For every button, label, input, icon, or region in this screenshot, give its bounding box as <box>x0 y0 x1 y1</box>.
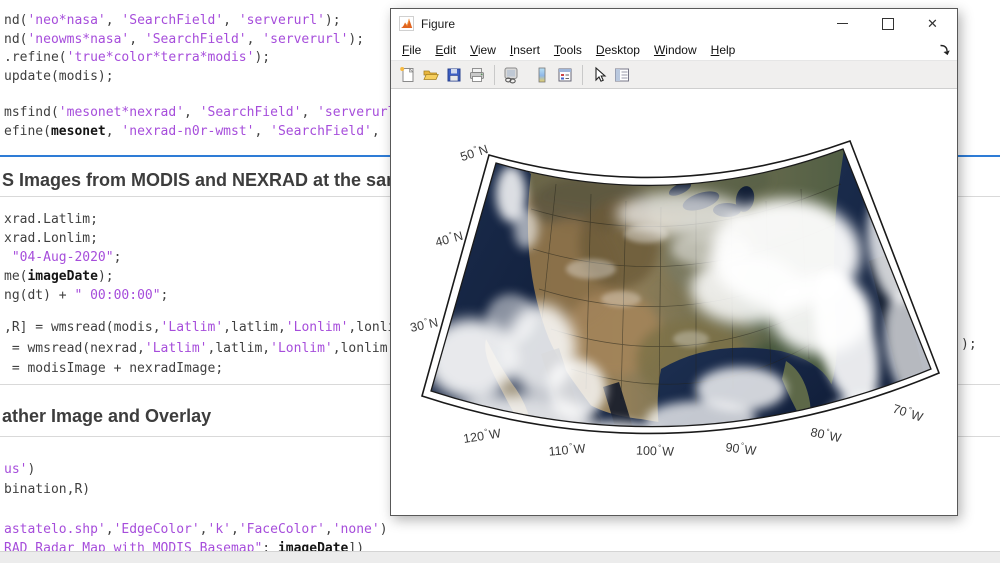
title-bar[interactable]: Figure ✕ <box>391 9 957 39</box>
maximize-icon[interactable] <box>865 9 910 38</box>
link-plot-icon[interactable] <box>500 64 522 86</box>
code-line[interactable]: me(imageDate); <box>4 269 114 284</box>
screen: { "editor": { "heading1": "S Images from… <box>0 0 1000 563</box>
menu-view[interactable]: View <box>463 41 503 59</box>
menu-desktop[interactable]: Desktop <box>589 41 647 59</box>
code-line-tail: ); <box>961 337 977 352</box>
menu-edit[interactable]: Edit <box>428 41 463 59</box>
code-line[interactable]: = wmsread(nexrad,'Latlim',latlim,'Lonlim… <box>4 341 388 356</box>
insert-legend-icon[interactable] <box>554 64 576 86</box>
edit-plot-icon[interactable] <box>588 64 610 86</box>
menu-window[interactable]: Window <box>647 41 704 59</box>
property-inspector-icon[interactable] <box>611 64 633 86</box>
dock-arrow-icon[interactable] <box>939 43 951 61</box>
code-line[interactable]: update(modis); <box>4 69 114 84</box>
menu-tools[interactable]: Tools <box>547 41 589 59</box>
code-line[interactable]: us') <box>4 462 35 477</box>
next-section-strip <box>0 551 1000 563</box>
code-line[interactable]: xrad.Lonlim; <box>4 231 98 246</box>
toolbar-separator <box>582 65 583 85</box>
code-line[interactable]: ,R] = wmsread(modis,'Latlim',latlim,'Lon… <box>4 320 403 335</box>
section-heading: ather Image and Overlay <box>2 406 211 427</box>
code-line[interactable]: = modisImage + nexradImage; <box>4 361 223 376</box>
menu-bar: File Edit View Insert Tools Desktop Wind… <box>391 39 957 61</box>
code-line[interactable]: bination,R) <box>4 482 90 497</box>
menu-file[interactable]: File <box>395 41 428 59</box>
code-line[interactable]: ng(dt) + " 00:00:00"; <box>4 288 168 303</box>
new-figure-icon[interactable] <box>397 64 419 86</box>
insert-colorbar-icon[interactable] <box>531 64 553 86</box>
matlab-logo-icon <box>399 16 414 31</box>
code-line[interactable]: "04-Aug-2020"; <box>4 250 121 265</box>
save-figure-icon[interactable] <box>443 64 465 86</box>
window-title: Figure <box>421 17 455 31</box>
toolbar-separator <box>494 65 495 85</box>
lon-tick-100w: 100°W <box>631 442 679 459</box>
section-heading: S Images from MODIS and NEXRAD at the sa… <box>2 170 412 191</box>
code-line[interactable]: astatelo.shp','EdgeColor','k','FaceColor… <box>4 522 388 537</box>
print-figure-icon[interactable] <box>466 64 488 86</box>
code-line[interactable]: nd('neo*nasa', 'SearchField', 'serverurl… <box>4 13 341 28</box>
figure-toolbar <box>391 61 957 89</box>
open-file-icon[interactable] <box>420 64 442 86</box>
code-line[interactable]: xrad.Latlim; <box>4 212 98 227</box>
code-line[interactable]: nd('neowms*nasa', 'SearchField', 'server… <box>4 32 364 47</box>
menu-help[interactable]: Help <box>704 41 743 59</box>
code-line[interactable]: .refine('true*color*terra*modis'); <box>4 50 270 65</box>
minimize-icon[interactable] <box>820 9 865 38</box>
figure-window: Figure ✕ File Edit View Insert Tools Des… <box>390 8 958 516</box>
menu-insert[interactable]: Insert <box>503 41 547 59</box>
code-line[interactable]: msfind('mesonet*nexrad', 'SearchField', … <box>4 105 419 120</box>
code-line[interactable]: efine(mesonet, 'nexrad-n0r-wmst', 'Searc… <box>4 124 388 139</box>
close-icon[interactable]: ✕ <box>910 9 955 38</box>
